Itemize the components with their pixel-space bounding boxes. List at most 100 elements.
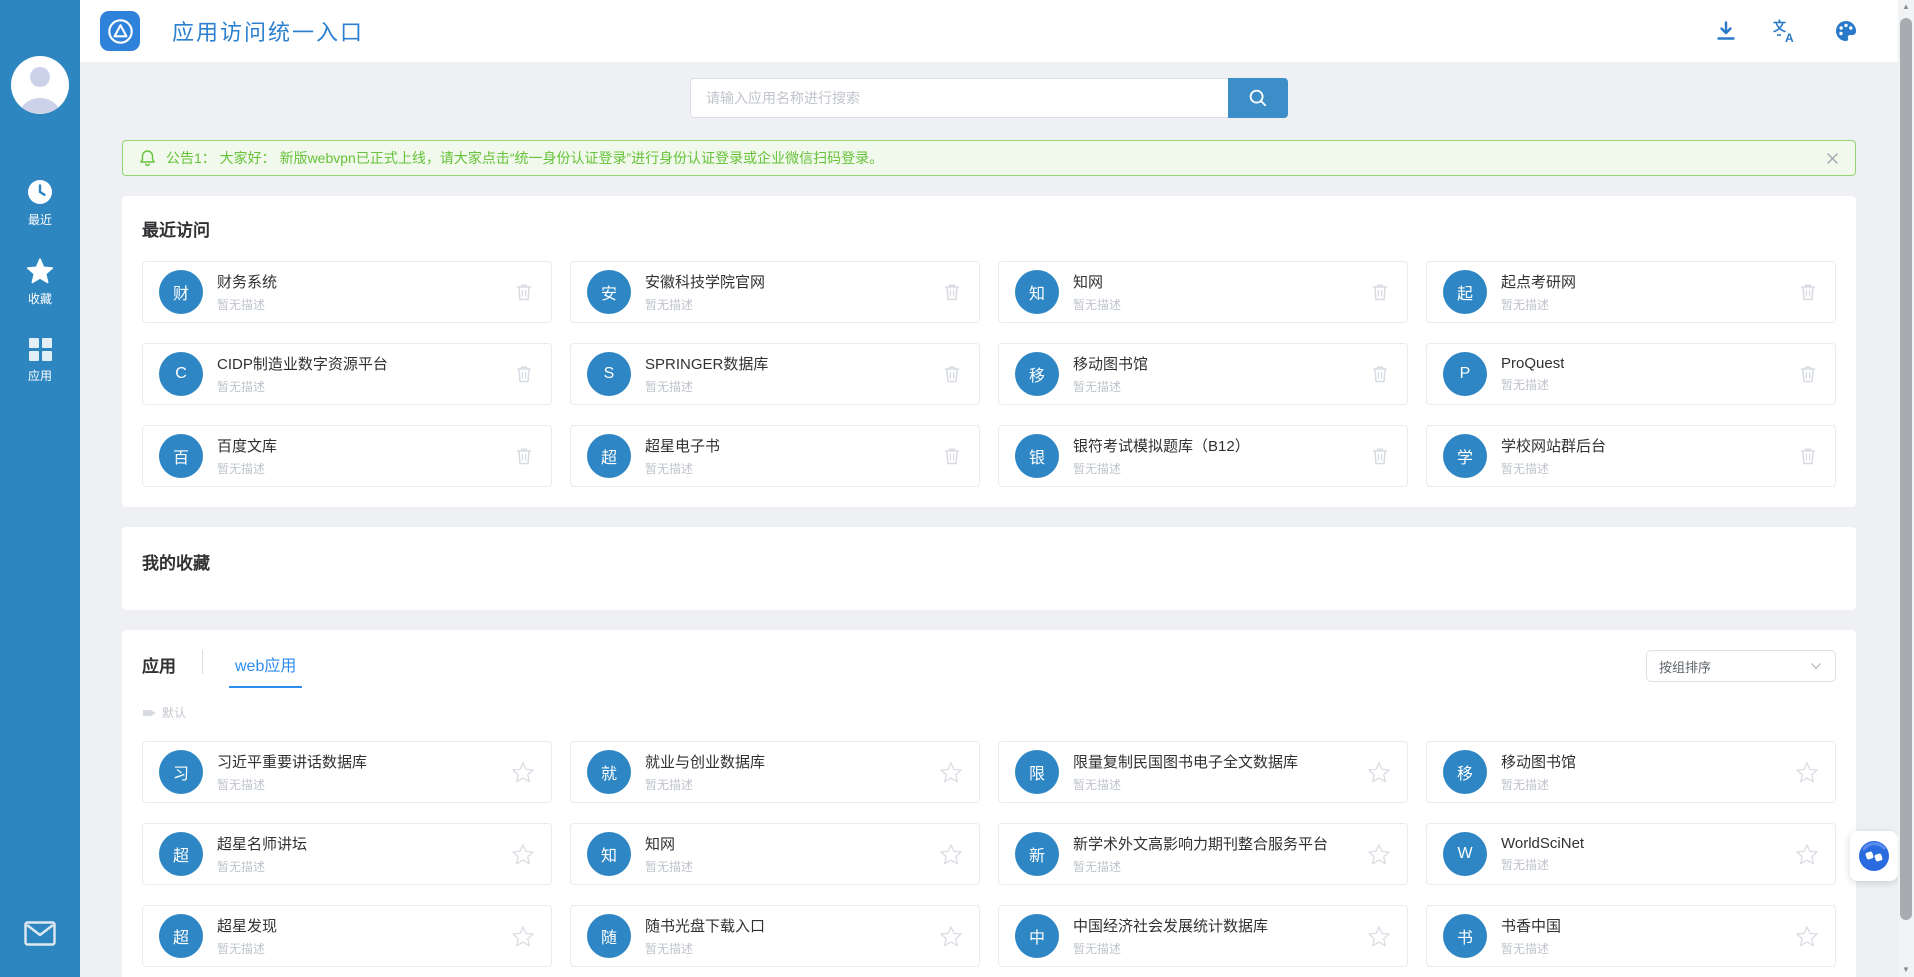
app-card[interactable]: 习 习近平重要讲话数据库 暂无描述 — [142, 741, 552, 803]
app-info: 习近平重要讲话数据库 暂无描述 — [217, 751, 367, 793]
app-card[interactable]: 银 银符考试模拟题库（B12） 暂无描述 — [998, 425, 1408, 487]
app-description: 暂无描述 — [1501, 940, 1561, 957]
app-info: 知网 暂无描述 — [1073, 271, 1121, 313]
favorite-star-icon[interactable] — [511, 843, 535, 866]
app-card[interactable]: P ProQuest 暂无描述 — [1426, 343, 1836, 405]
app-description: 暂无描述 — [217, 296, 277, 313]
app-card[interactable]: 财 财务系统 暂无描述 — [142, 261, 552, 323]
app-name: 限量复制民国图书电子全文数据库 — [1073, 751, 1298, 772]
favorite-star-icon[interactable] — [1795, 925, 1819, 948]
favorite-star-icon[interactable] — [1367, 925, 1391, 948]
sidebar-item-recent[interactable]: 最近 — [26, 178, 54, 228]
delete-icon[interactable] — [1797, 445, 1819, 467]
star-icon — [26, 258, 54, 285]
download-icon[interactable] — [1715, 20, 1737, 42]
scrollbar-down-arrow[interactable]: ▼ — [1898, 963, 1914, 977]
app-card[interactable]: 超 超星电子书 暂无描述 — [570, 425, 980, 487]
app-card[interactable]: 知 知网 暂无描述 — [998, 261, 1408, 323]
app-name: 财务系统 — [217, 271, 277, 292]
app-card[interactable]: 起 起点考研网 暂无描述 — [1426, 261, 1836, 323]
favorite-star-icon[interactable] — [939, 925, 963, 948]
app-description: 暂无描述 — [217, 776, 367, 793]
sidebar-item-apps[interactable]: 应用 — [26, 337, 54, 384]
recent-title: 最近访问 — [142, 216, 1836, 241]
app-name: 移动图书馆 — [1073, 353, 1148, 374]
sidebar-mail-button[interactable] — [24, 921, 56, 951]
app-name: 移动图书馆 — [1501, 751, 1576, 772]
palette-icon[interactable] — [1834, 19, 1858, 43]
app-info: 移动图书馆 暂无描述 — [1073, 353, 1148, 395]
app-name: 超星电子书 — [645, 435, 720, 456]
app-description: 暂无描述 — [645, 378, 768, 395]
favorite-star-icon[interactable] — [511, 761, 535, 784]
delete-icon[interactable] — [513, 363, 535, 385]
search-input[interactable] — [690, 78, 1228, 118]
app-name: 就业与创业数据库 — [645, 751, 765, 772]
app-card[interactable]: 移 移动图书馆 暂无描述 — [998, 343, 1408, 405]
favorites-title: 我的收藏 — [142, 549, 1836, 574]
app-description: 暂无描述 — [1501, 776, 1576, 793]
app-avatar: S — [587, 352, 631, 396]
favorite-star-icon[interactable] — [939, 761, 963, 784]
favorite-star-icon[interactable] — [1795, 843, 1819, 866]
close-icon[interactable] — [1826, 152, 1839, 165]
app-card[interactable]: 新 新学术外文高影响力期刊整合服务平台 暂无描述 — [998, 823, 1408, 885]
delete-icon[interactable] — [1797, 363, 1819, 385]
delete-icon[interactable] — [1369, 363, 1391, 385]
app-card[interactable]: W WorldSciNet 暂无描述 — [1426, 823, 1836, 885]
app-card[interactable]: C CIDP制造业数字资源平台 暂无描述 — [142, 343, 552, 405]
favorite-star-icon[interactable] — [939, 843, 963, 866]
app-avatar: 超 — [587, 434, 631, 478]
app-card[interactable]: 随 随书光盘下载入口 暂无描述 — [570, 905, 980, 967]
favorite-star-icon[interactable] — [1795, 761, 1819, 784]
translate-icon[interactable]: 文 A — [1773, 19, 1798, 43]
grid-icon — [28, 337, 53, 362]
header-actions: 文 A — [1715, 19, 1858, 43]
app-card[interactable]: 就 就业与创业数据库 暂无描述 — [570, 741, 980, 803]
search-icon — [1248, 88, 1268, 108]
favorite-star-icon[interactable] — [511, 925, 535, 948]
clock-icon — [26, 178, 54, 206]
app-name: CIDP制造业数字资源平台 — [217, 353, 388, 374]
delete-icon[interactable] — [1369, 445, 1391, 467]
app-card[interactable]: 超 超星发现 暂无描述 — [142, 905, 552, 967]
delete-icon[interactable] — [941, 363, 963, 385]
sort-dropdown[interactable]: 按组排序 — [1646, 650, 1836, 682]
apps-tabs: 应用 web应用 按组排序 — [142, 650, 1836, 688]
app-name: SPRINGER数据库 — [645, 353, 768, 374]
app-card[interactable]: 移 移动图书馆 暂无描述 — [1426, 741, 1836, 803]
app-card[interactable]: 安 安徽科技学院官网 暂无描述 — [570, 261, 980, 323]
user-avatar[interactable] — [11, 56, 69, 114]
delete-icon[interactable] — [513, 281, 535, 303]
app-card[interactable]: 书 书香中国 暂无描述 — [1426, 905, 1836, 967]
sidebar-item-favorites[interactable]: 收藏 — [26, 258, 54, 307]
app-info: 随书光盘下载入口 暂无描述 — [645, 915, 765, 957]
search-bar — [80, 62, 1898, 118]
delete-icon[interactable] — [1369, 281, 1391, 303]
floating-widget-button[interactable] — [1850, 831, 1898, 881]
app-card[interactable]: 中 中国经济社会发展统计数据库 暂无描述 — [998, 905, 1408, 967]
scrollbar-up-arrow[interactable]: ▲ — [1898, 0, 1914, 14]
favorite-star-icon[interactable] — [1367, 761, 1391, 784]
app-card[interactable]: S SPRINGER数据库 暂无描述 — [570, 343, 980, 405]
app-card[interactable]: 学 学校网站群后台 暂无描述 — [1426, 425, 1836, 487]
app-description: 暂无描述 — [1501, 296, 1576, 313]
app-card[interactable]: 知 知网 暂无描述 — [570, 823, 980, 885]
search-button[interactable] — [1228, 78, 1288, 118]
delete-icon[interactable] — [941, 445, 963, 467]
delete-icon[interactable] — [941, 281, 963, 303]
app-card[interactable]: 超 超星名师讲坛 暂无描述 — [142, 823, 552, 885]
app-card[interactable]: 限 限量复制民国图书电子全文数据库 暂无描述 — [998, 741, 1408, 803]
app-info: SPRINGER数据库 暂无描述 — [645, 353, 768, 395]
tab-apps[interactable]: 应用 — [142, 650, 176, 677]
app-description: 暂无描述 — [1073, 776, 1298, 793]
page-scrollbar[interactable]: ▲ ▼ — [1898, 0, 1914, 977]
favorite-star-icon[interactable] — [1367, 843, 1391, 866]
logo-icon — [107, 18, 134, 45]
delete-icon[interactable] — [513, 445, 535, 467]
tab-web-apps[interactable]: web应用 — [229, 650, 302, 688]
scrollbar-thumb[interactable] — [1900, 18, 1912, 920]
recent-panel: 最近访问 财 财务系统 暂无描述 安 安徽科技学院官网 暂无描述 — [122, 196, 1856, 507]
delete-icon[interactable] — [1797, 281, 1819, 303]
app-card[interactable]: 百 百度文库 暂无描述 — [142, 425, 552, 487]
